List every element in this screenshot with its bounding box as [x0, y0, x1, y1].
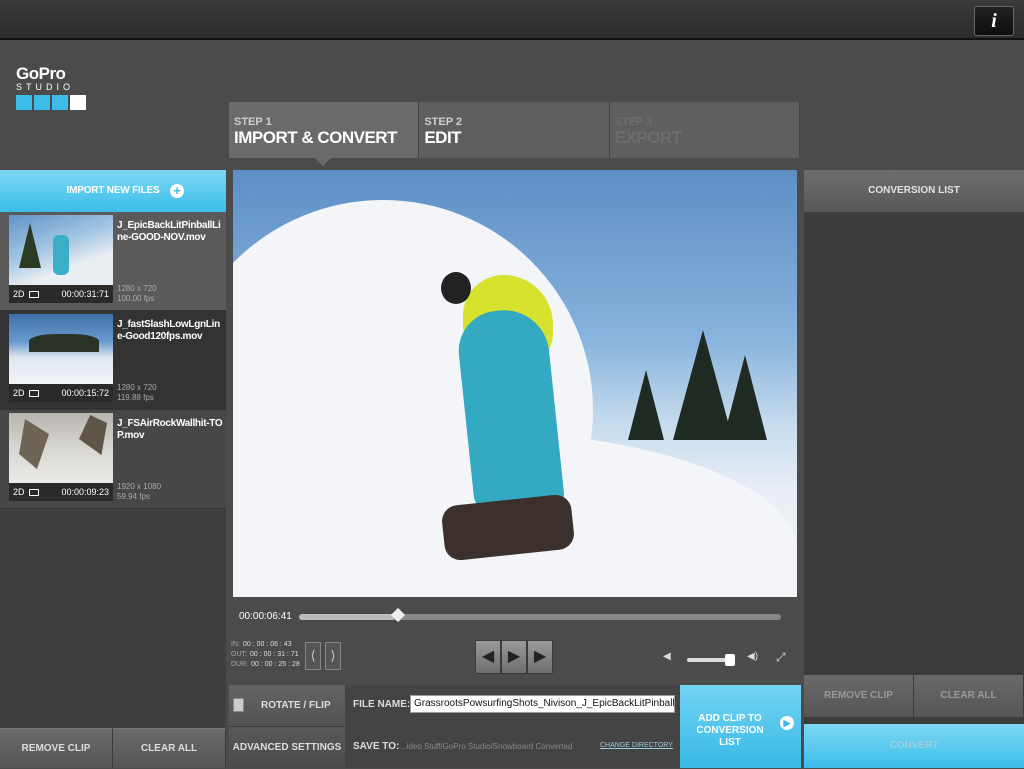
clip-thumbnail: 2D 00:00:15:72 — [9, 314, 113, 402]
clip-thumbnail: 2D 00:00:31:71 — [9, 215, 113, 303]
timeline-progress — [299, 614, 396, 620]
step-tabs: STEP 1 IMPORT & CONVERT STEP 2 EDIT STEP… — [229, 102, 800, 158]
clip-duration: 00:00:15:72 — [61, 388, 109, 398]
in-out-readout: IN: 00 : 00 : 06 : 43 OUT: 00 : 00 : 31 : … — [231, 640, 300, 670]
playback-controls: IN: 00 : 00 : 06 : 43 OUT: 00 : 00 : 31 : … — [229, 632, 801, 686]
mark-in-button[interactable]: ⟨ — [305, 642, 321, 670]
conversion-settings-bar: ROTATE / FLIP ADVANCED SETTINGS FILE NAM… — [229, 685, 801, 768]
tab-export: STEP 3 EXPORT — [609, 102, 800, 158]
clip-name: J_FSAirRockWallhit-TOP.mov — [117, 418, 223, 441]
save-to-label: SAVE TO: — [353, 741, 400, 752]
file-name-label: FILE NAME: — [353, 699, 411, 710]
tab-import-convert[interactable]: STEP 1 IMPORT & CONVERT — [229, 102, 420, 158]
top-bar: i — [0, 0, 1024, 40]
camera-icon — [28, 389, 39, 397]
import-new-files-button[interactable]: IMPORT NEW FILES + — [0, 170, 226, 212]
clip-resolution: 1920 x 1080 — [117, 482, 162, 491]
logo-product: STUDIO — [16, 82, 75, 92]
pine-tree — [628, 370, 664, 440]
clip-name: J_EpicBackLitPinballLine-GOOD-NOV.mov — [117, 220, 221, 243]
clip-specs: 1280 x 720 119.88 fps — [117, 383, 157, 403]
step-back-button[interactable]: ◀ — [475, 640, 501, 674]
step-1-number: STEP 1 — [234, 116, 272, 128]
play-button[interactable]: ▶ — [501, 640, 527, 674]
rotate-flip-label: ROTATE / FLIP — [261, 700, 331, 711]
tab-edit[interactable]: STEP 2 EDIT — [419, 102, 610, 158]
save-to-path: ...ideo Stuff/GoPro Studio/Snowboard Con… — [400, 742, 573, 751]
conversion-remove-clip-button[interactable]: REMOVE CLIP — [804, 675, 914, 717]
dur-label: DUR: — [231, 661, 249, 668]
add-clip-to-conversion-list-button[interactable]: ADD CLIP TO CONVERSION LIST ▶ — [680, 685, 801, 768]
timeline-track[interactable] — [299, 607, 781, 623]
step-forward-button[interactable]: ▶ — [527, 640, 553, 674]
playhead-handle[interactable] — [390, 607, 406, 623]
clip-mode: 2D — [13, 289, 25, 299]
rider-helmet — [441, 272, 471, 304]
active-step-indicator — [315, 158, 331, 166]
conversion-clear-all-button[interactable]: CLEAR ALL — [914, 675, 1024, 717]
in-value: 00 : 00 : 06 : 43 — [242, 641, 292, 648]
rotate-flip-checkbox[interactable] — [233, 698, 244, 712]
clip-list-item[interactable]: 2D 00:00:31:71 J_EpicBackLitPinballLine-… — [0, 212, 226, 311]
mark-out-button[interactable]: ⟩ — [325, 642, 341, 670]
clip-resolution: 1280 x 720 — [117, 284, 157, 293]
camera-icon — [28, 488, 39, 496]
remove-clip-button[interactable]: REMOVE CLIP — [0, 728, 113, 768]
clear-all-button[interactable]: CLEAR ALL — [113, 728, 226, 768]
clip-fps: 100.00 fps — [117, 294, 155, 303]
step-3-name: EXPORT — [614, 128, 682, 147]
clip-duration: 00:00:09:23 — [61, 487, 109, 497]
arrow-right-icon: ▶ — [780, 716, 794, 730]
step-2-name: EDIT — [424, 128, 462, 147]
clip-specs: 1280 x 720 100.00 fps — [117, 284, 157, 304]
out-value: 00 : 00 : 31 : 71 — [249, 651, 299, 658]
file-settings: FILE NAME: GrassrootsPowsurfingShots_Niv… — [345, 685, 680, 768]
timeline-scrubber: 00:00:06:41 — [233, 597, 797, 637]
clip-list-item[interactable]: 2D 00:00:15:72 J_fastSlashLowLgnLine-Goo… — [0, 311, 226, 410]
change-directory-link[interactable]: CHANGE DIRECTORY — [600, 742, 673, 749]
pine-tree — [723, 355, 767, 440]
clip-specs: 1920 x 1080 59.94 fps — [117, 482, 161, 502]
clip-mode: 2D — [13, 487, 25, 497]
out-label: OUT: — [231, 651, 247, 658]
convert-button[interactable]: CONVERT — [804, 724, 1024, 768]
import-label: IMPORT NEW FILES — [66, 185, 160, 196]
advanced-settings-button[interactable]: ADVANCED SETTINGS — [229, 726, 345, 768]
fullscreen-icon[interactable]: ⤢ — [776, 650, 786, 665]
in-label: IN: — [231, 641, 240, 648]
conversion-list-header: CONVERSION LIST — [804, 170, 1024, 212]
add-clip-label: ADD CLIP TO CONVERSION LIST — [696, 713, 764, 748]
step-1-name: IMPORT & CONVERT — [234, 128, 397, 147]
clip-duration: 00:00:31:71 — [61, 289, 109, 299]
logo-brand: GoPro — [16, 64, 66, 83]
conversion-list-panel: CONVERSION LIST REMOVE CLIP CLEAR ALL CO… — [804, 170, 1024, 768]
clip-fps: 119.88 fps — [117, 393, 154, 402]
clip-resolution: 1280 x 720 — [117, 383, 157, 392]
plus-icon: + — [170, 184, 184, 198]
video-preview[interactable] — [233, 170, 797, 597]
gopro-studio-logo: GoPro STUDIO — [16, 64, 96, 116]
rotate-flip-button[interactable]: ROTATE / FLIP — [229, 685, 345, 726]
current-timecode: 00:00:06:41 — [239, 611, 292, 622]
file-name-field[interactable]: GrassrootsPowsurfingShots_Nivison_J_Epic… — [410, 695, 675, 713]
camera-icon — [28, 290, 39, 298]
clip-list-item[interactable]: 2D 00:00:09:23 J_FSAirRockWallhit-TOP.mo… — [0, 410, 226, 509]
step-2-number: STEP 2 — [424, 116, 463, 128]
conversion-list-actions: REMOVE CLIP CLEAR ALL — [804, 675, 1024, 717]
clip-list-panel: IMPORT NEW FILES + 2D 00:00:31:71 J_Epic… — [0, 170, 226, 768]
dur-value: 00 : 00 : 25 : 28 — [251, 661, 300, 668]
clip-fps: 59.94 fps — [117, 492, 150, 501]
volume-handle[interactable] — [725, 654, 735, 666]
clip-thumbnail: 2D 00:00:09:23 — [9, 413, 113, 501]
logo-squares — [16, 95, 96, 110]
mute-speaker-icon[interactable]: ◀ — [663, 651, 671, 662]
info-button[interactable]: i — [974, 6, 1014, 36]
clip-mode: 2D — [13, 388, 25, 398]
volume-speaker-icon[interactable]: ◀) — [747, 651, 758, 662]
clip-name: J_fastSlashLowLgnLine-Good120fps.mov — [117, 319, 220, 342]
clip-list-actions: REMOVE CLIP CLEAR ALL — [0, 728, 226, 768]
step-3-number: STEP 3 — [614, 116, 653, 128]
